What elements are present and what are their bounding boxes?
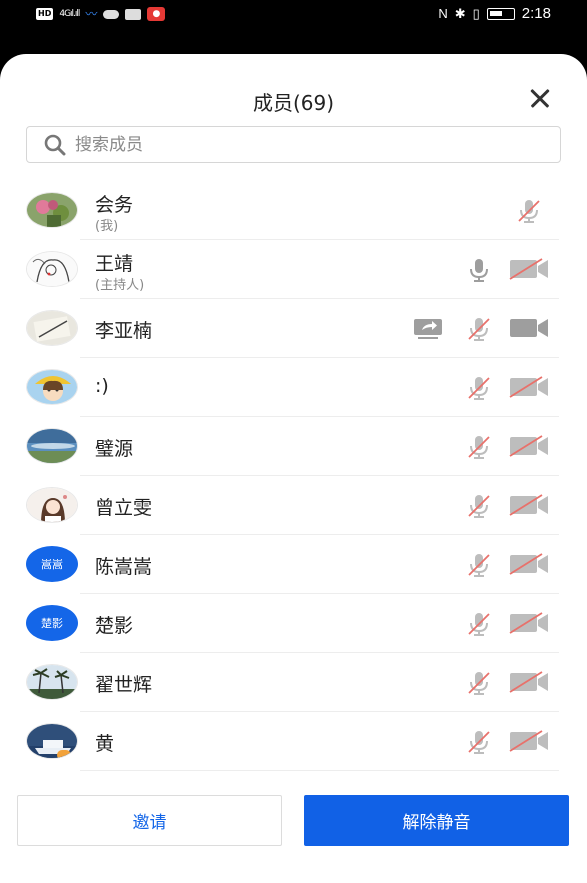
member-name: 陈嵩嵩: [95, 556, 153, 578]
mic-muted-icon[interactable]: [466, 375, 492, 401]
vibrate-icon: ▯: [472, 5, 480, 21]
avatar: [26, 664, 78, 700]
member-role: (主持人): [95, 278, 145, 293]
member-row[interactable]: 王靖 (主持人): [0, 240, 587, 299]
camera-off-icon[interactable]: [508, 375, 550, 399]
avatar: [26, 369, 78, 405]
mic-icon[interactable]: [466, 257, 492, 283]
member-row[interactable]: 会务 (我): [0, 181, 587, 240]
search-box[interactable]: [26, 126, 561, 163]
avatar: [26, 428, 78, 464]
mic-muted-icon[interactable]: [466, 493, 492, 519]
search-icon: [43, 134, 69, 156]
member-role: (我): [95, 219, 119, 234]
mail-icon: [125, 8, 142, 20]
avatar: 楚影: [26, 605, 78, 641]
avatar: [26, 487, 78, 523]
mic-muted-icon[interactable]: [466, 670, 492, 696]
camera-icon[interactable]: [508, 316, 550, 340]
member-name: 曾立雯: [95, 497, 153, 519]
member-name: 李亚楠: [95, 320, 153, 342]
wave-app-icon: 〰: [85, 7, 98, 21]
camera-off-icon[interactable]: [508, 493, 550, 517]
member-name: 黄: [95, 733, 115, 755]
avatar: [26, 251, 78, 287]
member-row[interactable]: 楚影 楚影: [0, 594, 587, 653]
mic-muted-icon[interactable]: [466, 552, 492, 578]
camera-off-icon[interactable]: [508, 434, 550, 458]
member-row[interactable]: :): [0, 358, 587, 417]
camera-off-icon[interactable]: [508, 611, 550, 635]
clock: 2:18: [521, 5, 551, 22]
hd-badge: HD: [36, 8, 54, 20]
sheet-title: 成员(69): [252, 91, 335, 115]
nfc-icon: N: [438, 6, 448, 21]
member-name: 王靖: [95, 253, 134, 275]
member-row[interactable]: 曾立雯: [0, 476, 587, 535]
status-bar: HD 4Gıl.ıll 〰 ● N ✱ ▯ 2:18: [0, 0, 587, 30]
close-button[interactable]: [524, 82, 556, 114]
avatar: [26, 310, 78, 346]
member-name: 翟世辉: [95, 674, 153, 696]
member-name: 会务: [95, 194, 134, 216]
member-list: 会务 (我) 王靖 (主持人) 李亚楠:) 璧源 曾立雯 嵩嵩 陈嵩嵩 楚影 楚影 翟世辉黄: [0, 181, 587, 771]
cloud-icon: [103, 9, 120, 19]
member-row[interactable]: 李亚楠: [0, 299, 587, 358]
camera-off-icon[interactable]: [508, 257, 550, 281]
search-input[interactable]: [75, 134, 515, 155]
member-row[interactable]: 黄: [0, 712, 587, 771]
row-divider: [80, 770, 559, 771]
battery-icon: [486, 7, 515, 20]
member-row[interactable]: 璧源: [0, 417, 587, 476]
screen-share-icon: [412, 316, 444, 340]
recording-mic-icon: ●: [147, 7, 166, 21]
camera-off-icon[interactable]: [508, 670, 550, 694]
mic-muted-icon[interactable]: [516, 198, 542, 224]
unmute-all-button[interactable]: 解除静音: [304, 795, 569, 846]
avatar: 嵩嵩: [26, 546, 78, 582]
members-sheet: 成员(69) 会务(我)王靖(主持人)李亚楠:)璧源曾立雯嵩嵩陈嵩嵩楚影楚影翟世…: [0, 54, 587, 883]
camera-off-icon[interactable]: [508, 552, 550, 576]
member-row[interactable]: 翟世辉: [0, 653, 587, 712]
signal-icon: 4Gıl.ıll: [59, 9, 80, 19]
member-row[interactable]: 嵩嵩 陈嵩嵩: [0, 535, 587, 594]
invite-button[interactable]: 邀请: [17, 795, 282, 846]
mic-muted-icon[interactable]: [466, 434, 492, 460]
mic-muted-icon[interactable]: [466, 729, 492, 755]
member-name: :): [95, 375, 109, 397]
member-name: 楚影: [95, 615, 134, 637]
mic-muted-icon[interactable]: [466, 316, 492, 342]
member-name: 璧源: [95, 438, 134, 460]
avatar: [26, 723, 78, 759]
camera-off-icon[interactable]: [508, 729, 550, 753]
avatar: [26, 192, 78, 228]
bluetooth-icon: ✱: [454, 5, 466, 21]
mic-muted-icon[interactable]: [466, 611, 492, 637]
